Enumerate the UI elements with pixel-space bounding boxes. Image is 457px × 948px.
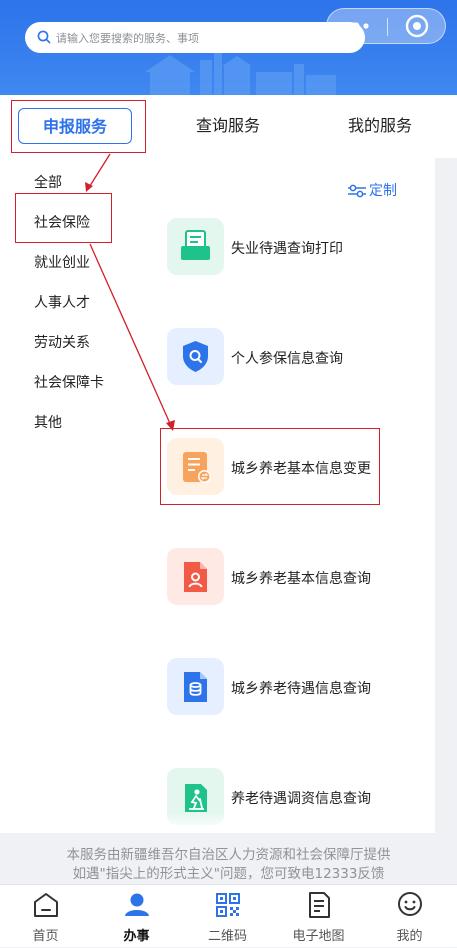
bottom-navigation: 首页 办事 二维码 电子地图 我的 xyxy=(0,884,457,947)
service-pension-info-query[interactable]: 城乡养老基本信息查询 xyxy=(231,568,371,588)
provider-note: 本服务由新疆维吾尔自治区人力资源和社会保障厅提供 xyxy=(66,847,391,863)
nav-map[interactable]: 电子地图 xyxy=(273,885,364,948)
sidebar-item-social-security-card[interactable]: 社会保障卡 xyxy=(34,372,104,392)
person-file-icon[interactable] xyxy=(167,548,224,605)
shield-search-icon[interactable] xyxy=(167,328,224,385)
coin-file-icon[interactable] xyxy=(167,658,224,715)
person-icon xyxy=(125,893,149,916)
nav-map-label: 电子地图 xyxy=(292,929,345,944)
nav-home-label: 首页 xyxy=(32,929,59,944)
sidebar-item-other[interactable]: 其他 xyxy=(34,412,62,432)
sidebar-item-all[interactable]: 全部 xyxy=(34,172,62,192)
feedback-note: 如遇"指尖上的形式主义"问题，您可致电12333反馈 xyxy=(72,866,385,882)
miniprogram-capsule xyxy=(326,8,446,44)
sliders-icon xyxy=(348,184,366,198)
qr-code-icon xyxy=(216,893,240,917)
service-pension-adjustment-query[interactable]: 养老待遇调资信息查询 xyxy=(231,788,371,808)
header: 请输入您要搜索的服务、事项 xyxy=(0,0,457,95)
nav-home[interactable]: 首页 xyxy=(0,885,91,948)
nav-qr-code[interactable]: 二维码 xyxy=(182,885,273,948)
map-icon xyxy=(309,892,330,918)
category-sidebar: 全部 社会保险 就业创业 人事人才 劳动关系 社会保障卡 其他 xyxy=(0,158,134,833)
smile-icon xyxy=(398,892,422,916)
sidebar-item-personnel[interactable]: 人事人才 xyxy=(34,292,90,312)
search-input[interactable]: 请输入您要搜索的服务、事项 xyxy=(25,22,365,53)
print-document-icon[interactable] xyxy=(167,218,224,275)
tab-query[interactable]: 查询服务 xyxy=(180,108,276,144)
sidebar-item-labor-relations[interactable]: 劳动关系 xyxy=(34,332,90,352)
sidebar-item-employment[interactable]: 就业创业 xyxy=(34,252,90,272)
nav-services-label: 办事 xyxy=(123,929,150,944)
service-pension-benefit-query[interactable]: 城乡养老待遇信息查询 xyxy=(231,678,371,698)
nav-mine-label: 我的 xyxy=(396,929,423,944)
service-personal-insurance-query[interactable]: 个人参保信息查询 xyxy=(231,348,343,368)
capsule-divider xyxy=(387,18,388,36)
nav-mine[interactable]: 我的 xyxy=(364,885,455,948)
customize-label: 定制 xyxy=(369,183,397,199)
tab-my-services[interactable]: 我的服务 xyxy=(332,108,428,144)
service-unemployment-print[interactable]: 失业待遇查询打印 xyxy=(231,238,343,258)
search-placeholder: 请输入您要搜索的服务、事项 xyxy=(56,32,199,45)
close-miniprogram-icon[interactable] xyxy=(405,14,429,38)
annotation-box-sidebar xyxy=(15,193,112,243)
search-icon xyxy=(37,30,51,44)
annotation-box-service xyxy=(160,428,380,505)
annotation-box-tab xyxy=(11,100,146,153)
nav-qr-code-label: 二维码 xyxy=(207,929,247,944)
panel-fade xyxy=(134,812,435,833)
more-icon[interactable] xyxy=(341,19,371,33)
nav-services[interactable]: 办事 xyxy=(91,885,182,948)
home-icon xyxy=(34,893,58,917)
